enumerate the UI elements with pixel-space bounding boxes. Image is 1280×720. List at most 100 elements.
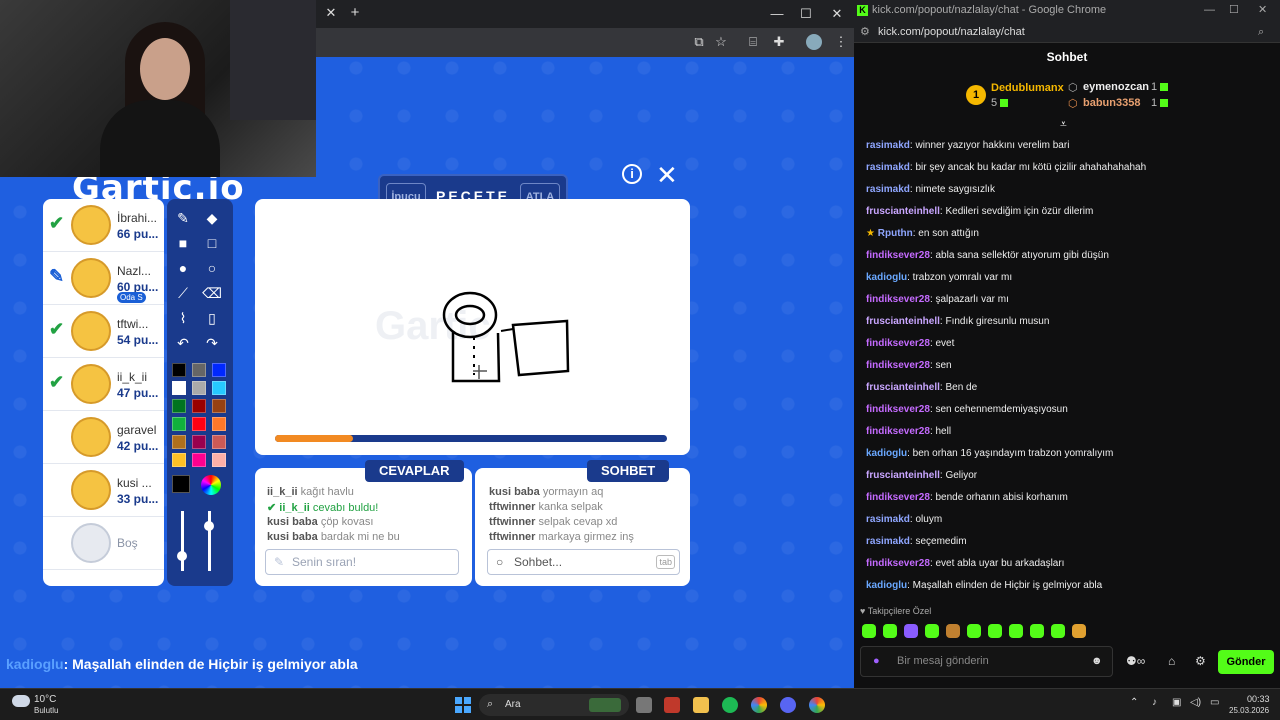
message-username[interactable]: frusciantеinhell (866, 382, 940, 393)
player-row[interactable]: ✔ İbrahi... 66 pu... (43, 199, 164, 252)
player-row[interactable]: ✔ ii_k_ii 47 pu... (43, 358, 164, 411)
eraser-icon[interactable]: ⌫ (201, 282, 223, 304)
message-username[interactable]: findiksever28 (866, 404, 930, 415)
current-color[interactable] (172, 475, 190, 493)
emote-icon[interactable] (883, 624, 897, 638)
emote-icon[interactable] (862, 624, 876, 638)
filled-rect-icon[interactable]: ■ (172, 232, 194, 254)
window-close-icon[interactable]: ✕ (822, 6, 852, 22)
player-row[interactable]: ✔ tftwi... 54 pu... (43, 305, 164, 358)
message-username[interactable]: findiksever28 (866, 338, 930, 349)
store-icon[interactable]: ⌂ (1168, 654, 1175, 668)
filled-circle-icon[interactable]: ● (172, 257, 194, 279)
network-icon[interactable]: ▣ (1172, 697, 1181, 708)
microphone-tray-icon[interactable]: ♪ (1152, 697, 1157, 708)
leader-second-name[interactable]: eymenozcan (1083, 81, 1149, 93)
chat-message-input[interactable]: ● Bir mesaj gönderin ☻ (860, 646, 1113, 677)
leader-third-name[interactable]: babun3358 (1083, 97, 1140, 109)
opacity-slider-handle[interactable] (204, 521, 214, 531)
close-icon[interactable]: ✕ (656, 160, 678, 191)
message-username[interactable]: kadioglu (866, 272, 907, 283)
emote-icon[interactable] (904, 624, 918, 638)
line-icon[interactable]: ⟋ (172, 282, 194, 304)
color-swatch[interactable] (172, 381, 186, 395)
message-username[interactable]: kadioglu (866, 580, 907, 591)
site-settings-icon[interactable]: ⚙ (860, 21, 870, 43)
kick-maximize-icon[interactable]: ☐ (1229, 0, 1239, 21)
menu-icon[interactable]: ⋮ (826, 34, 856, 50)
message-username[interactable]: rasimakd (866, 184, 910, 195)
color-swatch[interactable] (192, 417, 206, 431)
pencil-icon[interactable]: ✎ (172, 207, 194, 229)
message-username[interactable]: rasimakd (866, 140, 910, 151)
settings-gear-icon[interactable]: ⚙ (1195, 654, 1206, 668)
extensions-icon[interactable]: ✚ (764, 34, 794, 50)
color-swatch[interactable] (172, 453, 186, 467)
emote-icon[interactable] (1072, 624, 1086, 638)
file-explorer-icon[interactable] (693, 697, 709, 713)
message-username[interactable]: findiksever28 (866, 294, 930, 305)
minimize-icon[interactable]: — (762, 6, 792, 21)
chrome-secondary-icon[interactable] (809, 697, 825, 713)
leader-first-name[interactable]: Dedublumanx (991, 82, 1064, 94)
taskbar-search[interactable]: ⌕ Ara (479, 694, 629, 716)
rect-icon[interactable]: □ (201, 232, 223, 254)
opacity-slider[interactable] (208, 511, 211, 571)
app-p-icon[interactable] (664, 697, 680, 713)
player-row[interactable]: Boş (43, 517, 164, 570)
community-icon[interactable]: ⚉∞ (1126, 654, 1145, 668)
color-swatch[interactable] (192, 381, 206, 395)
spotify-icon[interactable] (722, 697, 738, 713)
message-username[interactable]: rasimakd (866, 162, 910, 173)
message-username[interactable]: findiksever28 (866, 558, 930, 569)
microphone-icon[interactable]: ● (873, 647, 880, 676)
tray-chevron-icon[interactable]: ⌃ (1130, 697, 1138, 708)
send-button[interactable]: Gönder (1218, 650, 1274, 674)
message-username[interactable]: findiksever28 (866, 426, 930, 437)
emote-icon[interactable] (967, 624, 981, 638)
color-swatch[interactable] (212, 399, 226, 413)
message-username[interactable]: frusciantеinhell (866, 470, 940, 481)
player-row[interactable]: ✎ Nazl... 60 pu... Oda S (43, 252, 164, 305)
color-swatch[interactable] (212, 363, 226, 377)
message-username[interactable]: rasimakd (866, 514, 910, 525)
volume-icon[interactable]: ◁) (1190, 697, 1201, 708)
profile-avatar[interactable] (806, 34, 822, 50)
emoji-icon[interactable]: ☻ (1091, 647, 1103, 676)
message-username[interactable]: frusciantеinhell (866, 206, 940, 217)
message-username[interactable]: Rputhn (878, 228, 913, 239)
fill-icon[interactable]: ◆ (201, 207, 223, 229)
color-swatch[interactable] (192, 435, 206, 449)
color-swatch[interactable] (212, 417, 226, 431)
battery-icon[interactable]: ▭ (1210, 697, 1219, 708)
emote-icon[interactable] (1051, 624, 1065, 638)
answer-input[interactable]: ✎ Senin sıran! (265, 549, 459, 575)
bookmark-star-icon[interactable]: ☆ (706, 34, 736, 50)
color-swatch[interactable] (172, 399, 186, 413)
color-swatch[interactable] (172, 417, 186, 431)
kick-url-bar[interactable]: ⚙ kick.com/popout/nazlalay/chat ⌕ (854, 21, 1280, 43)
kick-close-icon[interactable]: ✕ (1258, 0, 1267, 21)
emote-icon[interactable] (1030, 624, 1044, 638)
color-swatch[interactable] (212, 381, 226, 395)
chrome-icon[interactable] (751, 697, 767, 713)
message-username[interactable]: rasimakd (866, 536, 910, 547)
message-username[interactable]: findiksever28 (866, 360, 930, 371)
game-chat-input[interactable]: ○ Sohbet... tab (487, 549, 680, 575)
message-username[interactable]: kadioglu (866, 448, 907, 459)
color-swatch[interactable] (192, 399, 206, 413)
color-wheel-icon[interactable] (201, 475, 221, 495)
address-bar[interactable]: ⧉ ☆ ⌸ ✚ ⋮ (316, 28, 854, 57)
undo-icon[interactable]: ↶ (172, 332, 194, 354)
color-swatch[interactable] (172, 435, 186, 449)
player-row[interactable]: kusi ... 33 pu... (43, 464, 164, 517)
kick-minimize-icon[interactable]: — (1204, 0, 1215, 21)
collapse-chevron-icon[interactable]: ⩡ (1060, 117, 1067, 132)
size-slider[interactable] (181, 511, 184, 571)
drawing-canvas[interactable]: Gartic (255, 199, 690, 455)
message-username[interactable]: findiksever28 (866, 250, 930, 261)
color-swatch[interactable] (212, 453, 226, 467)
message-username[interactable]: findiksever28 (866, 492, 930, 503)
size-slider-handle[interactable] (177, 551, 187, 561)
message-username[interactable]: frusciantеinhell (866, 316, 940, 327)
